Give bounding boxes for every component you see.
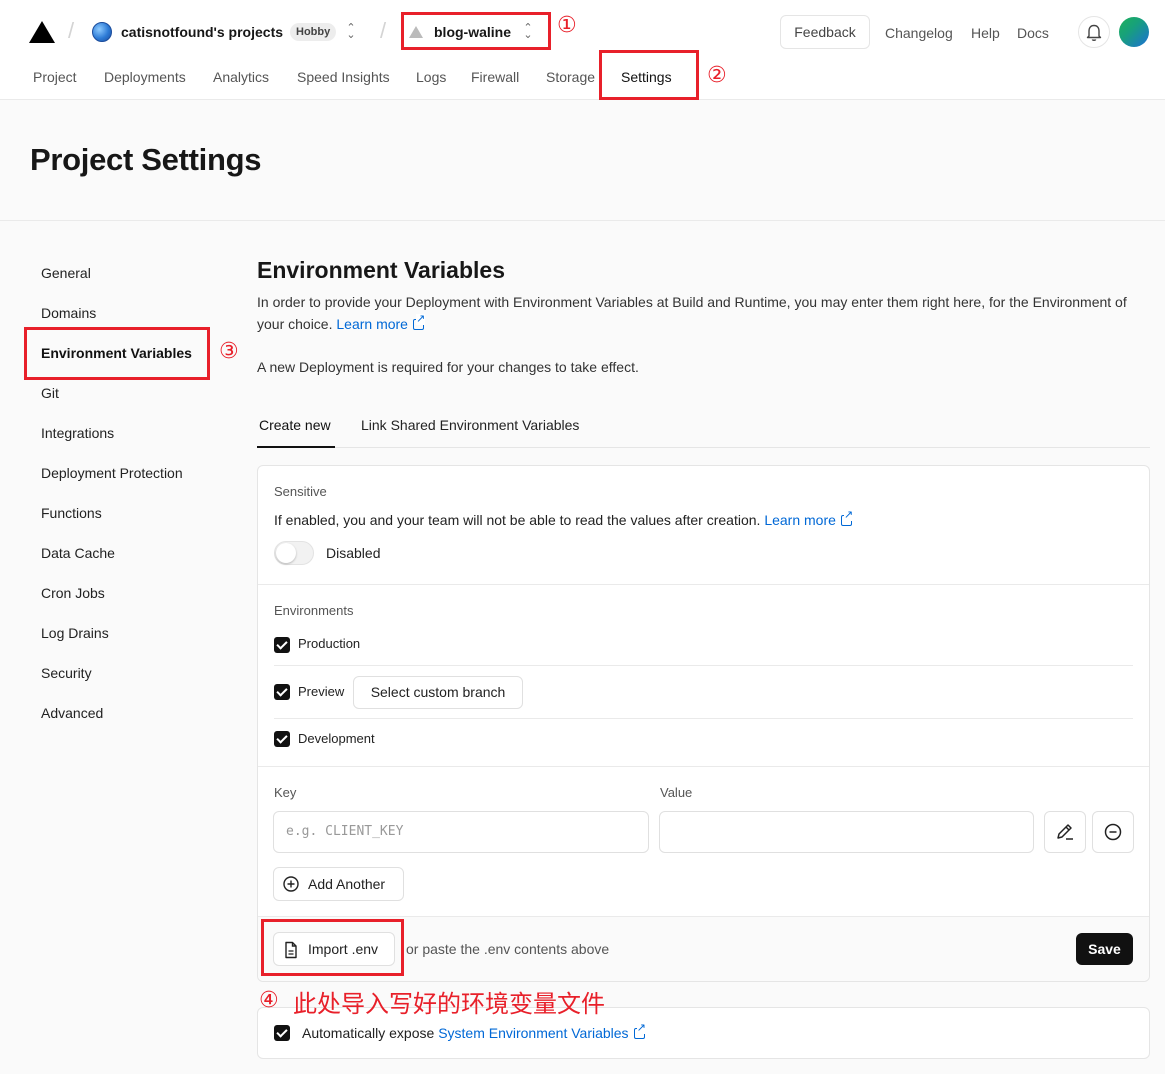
production-label: Production [298, 636, 361, 651]
section-divider [258, 766, 1149, 767]
system-env-vars-link[interactable]: System Environment Variables [438, 1025, 628, 1041]
preview-label: Preview [298, 684, 345, 699]
tab-link-shared[interactable]: Link Shared Environment Variables [361, 417, 579, 433]
annotation-mark-4: ④ [259, 988, 279, 1013]
env-form-card [257, 465, 1150, 982]
key-input[interactable]: e.g. CLIENT_KEY [273, 811, 649, 853]
docs-link[interactable]: Docs [1017, 25, 1049, 41]
annotation-step4-text: 此处导入写好的环境变量文件 [293, 990, 605, 1018]
sensitive-description: If enabled, you and your team will not b… [274, 510, 854, 528]
sidebar-item-log-drains[interactable]: Log Drains [41, 625, 109, 641]
tab-firewall[interactable]: Firewall [471, 69, 519, 85]
page-title: Project Settings [30, 142, 262, 177]
redeploy-note: A new Deployment is required for your ch… [257, 359, 639, 375]
sidebar-item-general[interactable]: General [41, 265, 91, 281]
external-link-icon [412, 314, 426, 330]
add-another-button[interactable]: Add Another [273, 867, 404, 901]
vercel-logo-icon[interactable] [29, 21, 55, 43]
section-description: In order to provide your Deployment with… [257, 291, 1152, 335]
sidebar-item-cron-jobs[interactable]: Cron Jobs [41, 585, 105, 601]
tab-project[interactable]: Project [33, 69, 77, 85]
plan-badge: Hobby [290, 23, 337, 41]
preview-checkbox[interactable] [274, 684, 290, 700]
row-divider [274, 718, 1133, 719]
development-checkbox[interactable] [274, 731, 290, 747]
sidebar-item-deployment-protection[interactable]: Deployment Protection [41, 465, 183, 481]
annotation-box-2 [599, 50, 699, 100]
external-link-icon [633, 1023, 646, 1039]
auto-expose-prefix: Automatically expose [302, 1025, 435, 1041]
feedback-button[interactable]: Feedback [780, 15, 870, 49]
tab-deployments[interactable]: Deployments [104, 69, 186, 85]
auto-expose-checkbox[interactable] [274, 1025, 290, 1041]
tabs-divider [257, 447, 1150, 448]
sensitive-learn-more-link[interactable]: Learn more [764, 512, 836, 528]
paste-hint: or paste the .env contents above [406, 941, 610, 957]
toggle-knob [276, 543, 296, 563]
sensitive-description-text: If enabled, you and your team will not b… [274, 512, 761, 528]
plus-circle-icon [283, 876, 299, 892]
sidebar-item-git[interactable]: Git [41, 385, 59, 401]
pencil-icon [1057, 824, 1073, 840]
help-link[interactable]: Help [971, 25, 1000, 41]
sidebar-item-security[interactable]: Security [41, 665, 92, 681]
notifications-button[interactable] [1078, 16, 1110, 48]
tab-logs[interactable]: Logs [416, 69, 446, 85]
value-label: Value [660, 785, 693, 800]
team-name[interactable]: catisnotfound's projects [121, 24, 283, 40]
learn-more-link[interactable]: Learn more [336, 316, 408, 332]
auto-expose-text: Automatically expose System Environment … [302, 1023, 646, 1041]
key-label: Key [274, 785, 297, 800]
tab-create-new[interactable]: Create new [259, 417, 331, 433]
annotation-box-3 [24, 327, 210, 380]
user-avatar[interactable] [1119, 17, 1149, 47]
remove-button[interactable] [1092, 811, 1134, 853]
environments-label: Environments [274, 603, 354, 618]
sensitive-label: Sensitive [274, 484, 327, 499]
annotation-box-1 [401, 12, 551, 50]
section-divider [258, 584, 1149, 585]
breadcrumb-separator: / [68, 18, 75, 43]
sidebar-item-integrations[interactable]: Integrations [41, 425, 114, 441]
annotation-mark-3: ③ [219, 339, 239, 364]
external-link-icon [840, 510, 854, 526]
active-tab-indicator [257, 446, 335, 448]
add-another-label: Add Another [308, 876, 386, 892]
production-checkbox[interactable] [274, 637, 290, 653]
section-heading: Environment Variables [257, 257, 505, 283]
sidebar-item-domains[interactable]: Domains [41, 305, 96, 321]
annotation-box-4 [261, 919, 404, 976]
sensitive-state: Disabled [326, 545, 381, 561]
team-avatar [92, 22, 112, 42]
breadcrumb-separator: / [380, 18, 387, 43]
tab-analytics[interactable]: Analytics [213, 69, 269, 85]
row-divider [274, 665, 1133, 666]
annotation-mark-2: ② [707, 63, 727, 88]
team-switcher-chevron-icon[interactable]: ⌃ ⌄ [346, 23, 356, 41]
sidebar-item-functions[interactable]: Functions [41, 505, 102, 521]
sidebar-item-advanced[interactable]: Advanced [41, 705, 103, 721]
annotation-mark-1: ① [557, 13, 577, 38]
sensitive-toggle[interactable] [274, 541, 314, 565]
changelog-link[interactable]: Changelog [885, 25, 953, 41]
select-custom-branch-button[interactable]: Select custom branch [353, 676, 523, 709]
tab-storage[interactable]: Storage [546, 69, 595, 85]
tab-speed-insights[interactable]: Speed Insights [297, 69, 390, 85]
development-label: Development [298, 731, 375, 746]
edit-button[interactable] [1044, 811, 1086, 853]
value-input[interactable] [659, 811, 1034, 853]
sidebar-item-data-cache[interactable]: Data Cache [41, 545, 115, 561]
bell-icon [1086, 24, 1102, 41]
save-button[interactable]: Save [1076, 933, 1133, 965]
top-header [0, 0, 1165, 100]
minus-circle-icon [1104, 823, 1122, 841]
